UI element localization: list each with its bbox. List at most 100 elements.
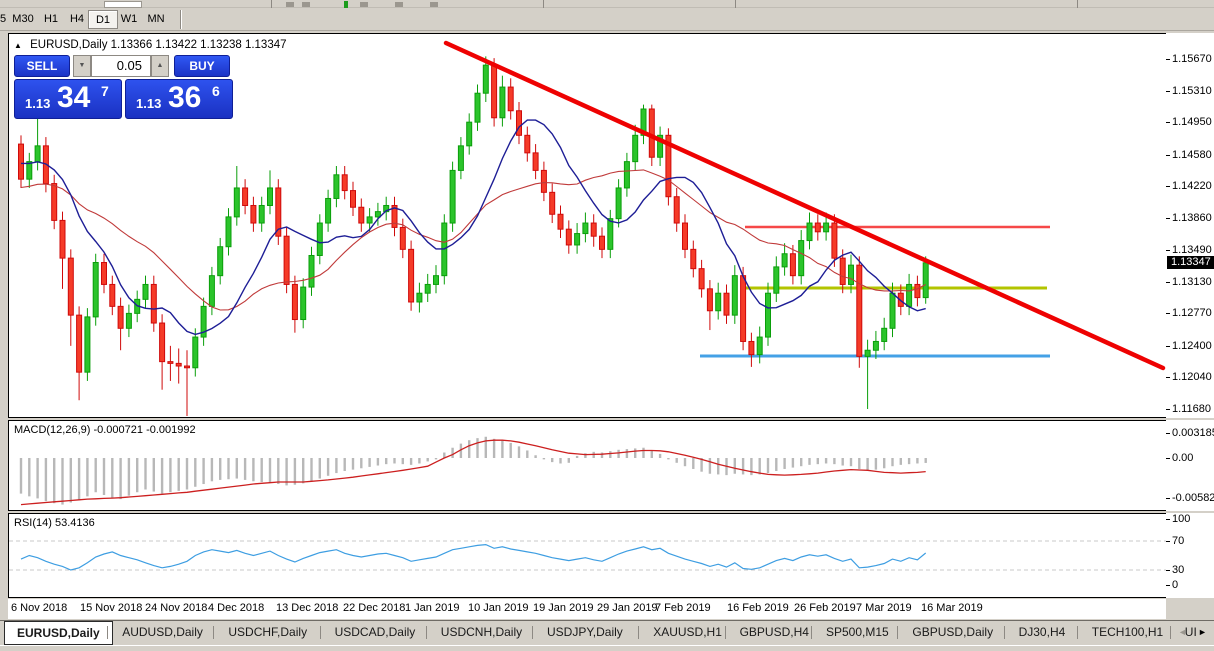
candle-body	[599, 235, 605, 250]
date-axis-label: 16 Mar 2019	[921, 602, 983, 614]
candle-body	[84, 316, 91, 373]
tab-eurusd-daily[interactable]: EURUSD,Daily	[4, 621, 113, 645]
tab-gbpusd-daily[interactable]: GBPUSD,Daily	[900, 622, 1005, 644]
buy-button[interactable]: BUY	[174, 55, 230, 77]
candle-body	[117, 305, 124, 329]
candle-body	[798, 240, 805, 277]
price-axis-label: 1.12400	[1172, 340, 1212, 352]
rsi-axis: 100 70 30 0	[1166, 513, 1214, 598]
date-axis-label: 15 Nov 2018	[80, 602, 143, 614]
tab-sp500-m15[interactable]: SP500,M15	[814, 622, 901, 644]
candle-body	[34, 145, 41, 163]
candle-body	[101, 262, 107, 285]
tab-dj30-h4[interactable]: DJ30,H4	[1007, 622, 1078, 644]
tab-usdcnh-daily[interactable]: USDCNH,Daily	[429, 622, 534, 644]
sell-price-button[interactable]: 1.13 34 7	[14, 79, 122, 119]
candle-body	[325, 197, 332, 224]
candle-body	[184, 365, 190, 369]
candle-body	[574, 233, 581, 246]
candle-body	[590, 222, 597, 237]
candle-body	[715, 292, 722, 312]
date-axis[interactable]: 6 Nov 2018 15 Nov 2018 24 Nov 2018 4 Dec 20…	[8, 599, 1166, 619]
rsi-label: RSI(14) 53.4136	[14, 517, 95, 529]
candle-body	[225, 216, 232, 248]
candle-body	[76, 314, 83, 373]
macd-signal-line	[20, 439, 926, 506]
upper-toolbar-partial	[0, 0, 1214, 8]
date-axis-label: 7 Mar 2019	[856, 602, 912, 614]
volume-input[interactable]: 0.05	[91, 55, 151, 77]
candle-body	[341, 174, 348, 192]
date-axis-label: 29 Jan 2019	[597, 602, 658, 614]
candle-body	[706, 288, 713, 312]
candle-body	[723, 292, 730, 316]
candle-body	[159, 322, 166, 363]
chart-symbol-line: ▲ EURUSD,Daily 1.13366 1.13422 1.13238 1…	[14, 39, 287, 51]
tab-xauusd-h1[interactable]: XAUUSD,H1	[641, 622, 734, 644]
candle-body	[673, 196, 680, 224]
price-axis-label: 1.12770	[1172, 307, 1212, 319]
candle-body	[125, 312, 132, 329]
candle-body	[682, 222, 688, 250]
candle-body	[26, 161, 33, 180]
candle-body	[308, 254, 315, 288]
price-axis-label: 1.13490	[1172, 244, 1212, 256]
trading-app-window: 5 M30 H1 H4 D1 W1 MN ▲ EURUSD,Daily 1.13366 1.…	[0, 0, 1214, 651]
candle-body	[831, 222, 838, 259]
volume-decrease-button[interactable]: ▼	[73, 55, 91, 77]
macd-label: MACD(12,26,9) -0.000721 -0.001992	[14, 424, 196, 436]
candle-body	[615, 187, 622, 220]
buy-price-big: 36	[168, 81, 202, 114]
date-axis-label: 4 Dec 2018	[208, 602, 265, 614]
candle-body	[350, 190, 356, 208]
date-axis-label: 13 Dec 2018	[276, 602, 339, 614]
candle-body	[524, 134, 531, 154]
candle-body	[922, 262, 929, 299]
candle-body	[623, 161, 630, 189]
rsi-axis-label: 0	[1172, 579, 1179, 591]
candle-body	[814, 222, 821, 233]
price-axis-label: 1.14580	[1172, 149, 1212, 161]
candle-body	[316, 222, 323, 256]
price-axis-label: 1.15670	[1172, 53, 1212, 65]
candle-body	[449, 169, 456, 224]
tabs-scroll-left-icon[interactable]: ◄	[1178, 627, 1187, 637]
volume-increase-button[interactable]: ▲	[151, 55, 169, 77]
candle-body	[366, 216, 373, 224]
candle-body	[167, 361, 174, 364]
candle-body	[291, 283, 298, 321]
candle-body	[781, 253, 788, 268]
candle-body	[300, 286, 307, 321]
candle-body	[540, 169, 547, 193]
buy-price-button[interactable]: 1.13 36 6	[125, 79, 233, 119]
candle-body	[516, 110, 522, 136]
sell-button[interactable]: SELL	[14, 55, 70, 77]
candle-body	[773, 266, 780, 294]
candle-body	[433, 275, 439, 285]
tab-usdjpy-daily[interactable]: USDJPY,Daily	[535, 622, 635, 644]
candle-body	[756, 336, 763, 356]
candle-body	[632, 134, 639, 163]
candle-body	[267, 187, 273, 206]
candle-body	[217, 246, 224, 277]
collapse-arrow-icon[interactable]: ▲	[14, 41, 22, 50]
candle-body	[150, 283, 157, 324]
timeframe-button-m30[interactable]: M30	[6, 10, 40, 29]
tab-usdcad-daily[interactable]: USDCAD,Daily	[323, 622, 428, 644]
date-axis-label: 26 Feb 2019	[794, 602, 856, 614]
price-axis[interactable]: 1.15670 1.15310 1.14950 1.14580 1.14220 1.138…	[1166, 33, 1214, 418]
timeframe-button-mn[interactable]: MN	[140, 10, 172, 29]
tab-tech100-h1[interactable]: TECH100,H1	[1080, 622, 1175, 644]
price-axis-label: 1.11680	[1172, 403, 1211, 415]
tab-gbpusd-h4[interactable]: GBPUSD,H4	[728, 622, 821, 644]
price-axis-label: 1.14950	[1172, 116, 1212, 128]
candle-body	[532, 152, 539, 171]
tab-audusd-daily[interactable]: AUDUSD,Daily	[110, 622, 215, 644]
rsi-canvas[interactable]	[9, 514, 1166, 597]
tab-usdchf-daily[interactable]: USDCHF,Daily	[216, 622, 319, 644]
candle-body	[889, 292, 896, 329]
candle-body	[607, 218, 614, 250]
sell-price-prefix: 1.13	[25, 96, 51, 111]
tabs-scroll-right-icon[interactable]: ►	[1198, 627, 1207, 637]
bottom-edge	[0, 645, 1214, 651]
